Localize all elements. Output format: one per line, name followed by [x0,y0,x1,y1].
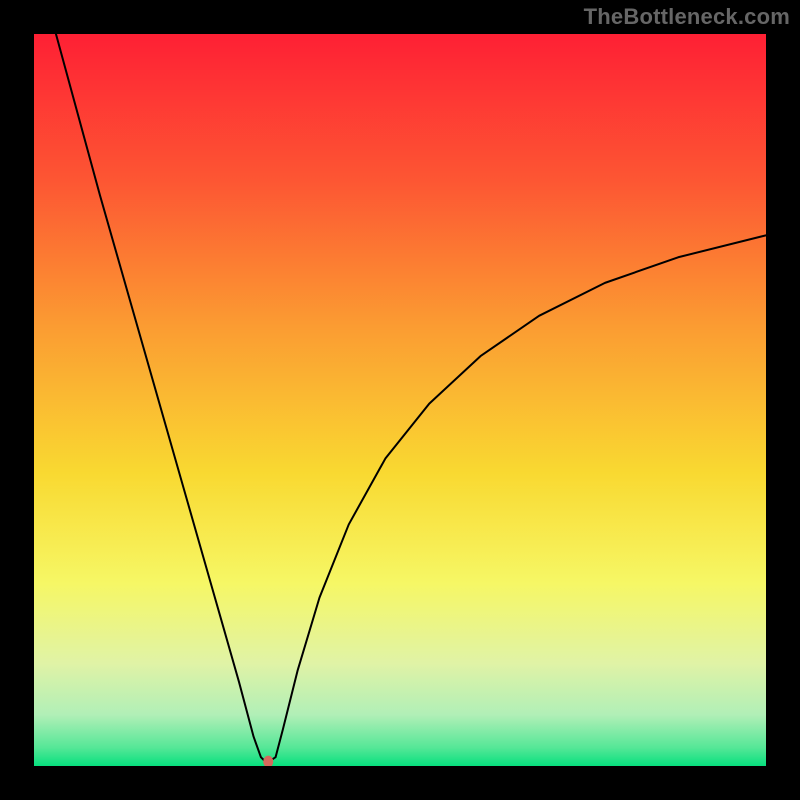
plot-area [34,34,766,766]
chart-svg [34,34,766,766]
gradient-background [34,34,766,766]
watermark-text: TheBottleneck.com [584,4,790,30]
chart-container: TheBottleneck.com [0,0,800,800]
